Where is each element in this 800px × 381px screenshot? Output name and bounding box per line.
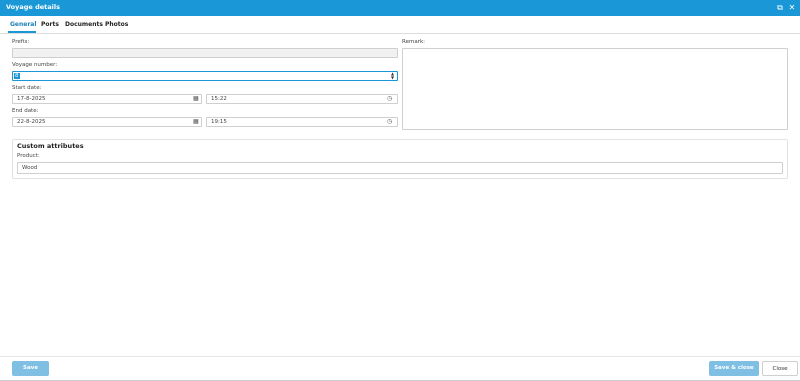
save-button[interactable]: Save bbox=[12, 361, 49, 376]
close-window-icon[interactable]: ✕ bbox=[786, 1, 798, 15]
tab-general[interactable]: General bbox=[10, 21, 36, 28]
calendar-icon[interactable]: ▦ bbox=[193, 95, 199, 103]
start-date-label: Start date: bbox=[12, 85, 42, 91]
voyage-number-field[interactable]: 8 ▲ ▼ bbox=[12, 71, 398, 81]
tab-ports[interactable]: Ports bbox=[41, 21, 59, 28]
tab-photos[interactable]: Photos bbox=[105, 21, 128, 28]
tab-documents[interactable]: Documents bbox=[65, 21, 103, 28]
end-date-label: End date: bbox=[12, 108, 39, 114]
window-title: Voyage details bbox=[6, 3, 60, 11]
restore-window-icon[interactable]: ⧉ bbox=[774, 1, 786, 15]
start-time-value: 15:22 bbox=[211, 96, 227, 102]
active-tab-indicator bbox=[8, 31, 36, 33]
start-date-value: 17-8-2025 bbox=[17, 96, 46, 102]
end-time-field[interactable]: 19:15 ◷ bbox=[206, 117, 398, 127]
end-date-value: 22-8-2025 bbox=[17, 119, 46, 125]
remark-textarea[interactable] bbox=[402, 48, 788, 130]
custom-attributes-title: Custom attributes bbox=[17, 142, 84, 150]
remark-label: Remark: bbox=[402, 39, 425, 45]
save-and-close-button[interactable]: Save & close bbox=[709, 361, 759, 376]
clock-icon[interactable]: ◷ bbox=[387, 118, 392, 126]
voyage-details-dialog: Voyage details ⧉ ✕ General Ports Documen… bbox=[0, 0, 800, 381]
prefix-label: Prefix: bbox=[12, 39, 30, 45]
number-spinner[interactable]: ▲ ▼ bbox=[390, 72, 395, 80]
product-label: Product: bbox=[17, 153, 40, 159]
voyage-number-label: Voyage number: bbox=[12, 62, 58, 68]
title-bar: Voyage details ⧉ ✕ bbox=[0, 0, 800, 16]
prefix-field bbox=[12, 48, 398, 58]
close-button[interactable]: Close bbox=[762, 361, 798, 376]
clock-icon[interactable]: ◷ bbox=[387, 95, 392, 103]
end-date-field[interactable]: 22-8-2025 ▦ bbox=[12, 117, 202, 127]
end-time-value: 19:15 bbox=[211, 119, 227, 125]
product-field[interactable]: Wood bbox=[17, 162, 783, 174]
start-date-field[interactable]: 17-8-2025 ▦ bbox=[12, 94, 202, 104]
start-time-field[interactable]: 15:22 ◷ bbox=[206, 94, 398, 104]
tab-bar: General Ports Documents Photos bbox=[0, 16, 800, 34]
voyage-number-value: 8 bbox=[14, 73, 20, 79]
footer-divider bbox=[0, 356, 800, 357]
calendar-icon[interactable]: ▦ bbox=[193, 118, 199, 126]
